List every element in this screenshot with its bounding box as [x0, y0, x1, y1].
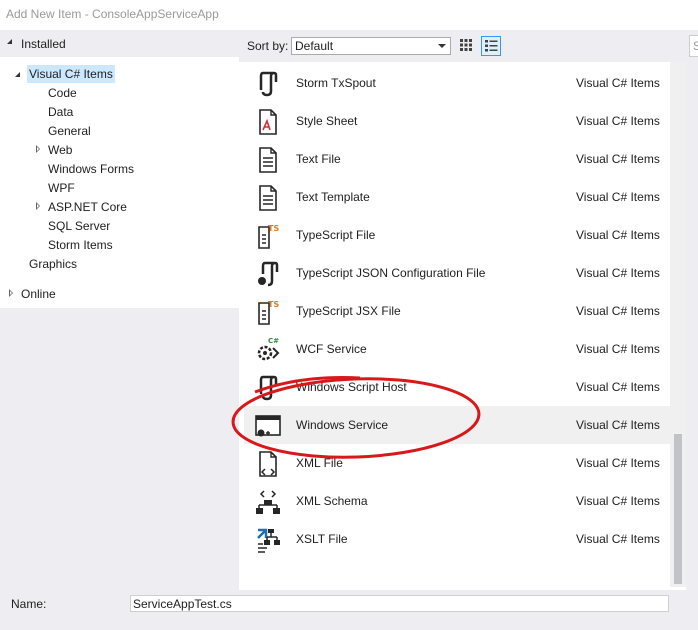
list-view-icon — [485, 40, 498, 52]
vertical-scrollbar[interactable] — [670, 62, 686, 587]
search-input[interactable]: S — [689, 35, 698, 57]
tree-item-storm-items[interactable]: Storm Items — [48, 236, 113, 254]
text-template-icon — [259, 185, 277, 211]
template-category: Visual C# Items — [576, 342, 660, 356]
typescript-jsx-icon: TS — [258, 300, 279, 325]
details-pane-edge — [686, 62, 698, 590]
tree-item-aspnet-core[interactable]: ASP.NET Core — [48, 198, 127, 216]
template-name: TypeScript JSON Configuration File — [296, 266, 486, 280]
template-row-storm-txspout[interactable]: Storm TxSpout Visual C# Items — [244, 64, 670, 102]
svg-text:C#: C# — [268, 337, 279, 345]
category-tree: Visual C# Items Code Data General Web Wi… — [0, 57, 239, 308]
installed-label: Installed — [21, 37, 66, 51]
template-category: Visual C# Items — [576, 190, 660, 204]
online-node[interactable]: Online — [21, 285, 56, 303]
scrollbar-thumb[interactable] — [674, 434, 682, 584]
list-view-button[interactable] — [481, 36, 501, 56]
template-list: Storm TxSpout Visual C# Items Style Shee… — [244, 62, 670, 587]
template-name: Text Template — [296, 190, 370, 204]
template-category: Visual C# Items — [576, 76, 660, 90]
template-row-windows-script-host[interactable]: Windows Script Host Visual C# Items — [244, 368, 670, 406]
xslt-file-icon — [257, 528, 280, 553]
tree-item-graphics[interactable]: Graphics — [29, 255, 77, 273]
wcf-service-icon: C# — [257, 337, 280, 361]
expanded-arrow-icon[interactable] — [7, 39, 12, 44]
template-row-text-file[interactable]: Text File Visual C# Items — [244, 140, 670, 178]
chevron-down-icon — [438, 44, 446, 48]
template-row-typescript-jsx[interactable]: TS TypeScript JSX File Visual C# Items — [244, 292, 670, 330]
sort-dropdown[interactable]: Default — [291, 37, 451, 55]
left-panel: Installed Visual C# Items Code Data Gene… — [0, 30, 239, 590]
template-category: Visual C# Items — [576, 380, 660, 394]
template-name: TypeScript JSX File — [296, 304, 401, 318]
template-row-xslt-file[interactable]: XSLT File Visual C# Items — [244, 520, 670, 558]
template-category: Visual C# Items — [576, 266, 660, 280]
xml-schema-icon — [256, 490, 280, 514]
collapsed-arrow-icon[interactable] — [36, 145, 40, 153]
collapsed-arrow-icon[interactable] — [9, 289, 13, 297]
template-row-style-sheet[interactable]: Style Sheet Visual C# Items — [244, 102, 670, 140]
xml-file-icon — [259, 451, 277, 477]
template-category: Visual C# Items — [576, 532, 660, 546]
template-row-typescript-json-config[interactable]: TypeScript JSON Configuration File Visua… — [244, 254, 670, 292]
template-row-xml-schema[interactable]: XML Schema Visual C# Items — [244, 482, 670, 520]
toolbar: Sort by: Default S — [239, 30, 698, 62]
title-bar: Add New Item - ConsoleAppServiceApp — [0, 0, 698, 30]
name-bar: Name: — [0, 590, 698, 630]
template-name: WCF Service — [296, 342, 367, 356]
template-category: Visual C# Items — [576, 494, 660, 508]
template-name: TypeScript File — [296, 228, 376, 242]
svg-text:TS: TS — [268, 224, 279, 233]
json-config-icon — [258, 261, 279, 287]
template-row-xml-file[interactable]: XML File Visual C# Items — [244, 444, 670, 482]
template-category: Visual C# Items — [576, 114, 660, 128]
tree-item-sql-server[interactable]: SQL Server — [48, 217, 110, 235]
template-name: Storm TxSpout — [296, 76, 376, 90]
tree-item-data[interactable]: Data — [48, 103, 73, 121]
template-category: Visual C# Items — [576, 228, 660, 242]
template-row-windows-service[interactable]: Windows Service Visual C# Items — [244, 406, 670, 444]
tree-item-general[interactable]: General — [48, 122, 91, 140]
template-row-wcf-service[interactable]: C# WCF Service Visual C# Items — [244, 330, 670, 368]
template-category: Visual C# Items — [576, 304, 660, 318]
template-category: Visual C# Items — [576, 152, 660, 166]
tree-item-wpf[interactable]: WPF — [48, 179, 75, 197]
tree-item-visual-csharp-items[interactable]: Visual C# Items — [27, 65, 115, 83]
sort-value: Default — [295, 39, 334, 53]
tree-item-windows-forms[interactable]: Windows Forms — [48, 160, 134, 178]
template-name: XML File — [296, 456, 343, 470]
template-row-text-template[interactable]: Text Template Visual C# Items — [244, 178, 670, 216]
installed-header[interactable]: Installed — [0, 30, 239, 57]
grid-view-icon — [460, 39, 472, 51]
window-title: Add New Item - ConsoleAppServiceApp — [6, 7, 219, 21]
name-label: Name: — [11, 597, 47, 611]
svg-text:TS: TS — [268, 300, 279, 309]
template-row-typescript-file[interactable]: TS TypeScript File Visual C# Items — [244, 216, 670, 254]
template-category: Visual C# Items — [576, 418, 660, 432]
collapsed-arrow-icon[interactable] — [36, 202, 40, 210]
search-placeholder: S — [693, 39, 698, 53]
storm-txspout-icon — [259, 71, 278, 97]
typescript-file-icon: TS — [258, 224, 279, 249]
text-file-icon — [259, 147, 277, 173]
template-name: Windows Script Host — [296, 380, 407, 394]
medium-icons-view-button[interactable] — [457, 36, 475, 54]
template-name: XML Schema — [296, 494, 368, 508]
template-name: Windows Service — [296, 418, 389, 432]
tree-item-code[interactable]: Code — [48, 84, 77, 102]
style-sheet-icon — [259, 109, 277, 135]
windows-service-icon — [255, 415, 281, 437]
template-name: Style Sheet — [296, 114, 358, 128]
expanded-arrow-icon[interactable] — [15, 72, 20, 77]
tree-item-web[interactable]: Web — [48, 141, 72, 159]
sort-by-label: Sort by: — [247, 39, 289, 53]
template-name: Text File — [296, 152, 341, 166]
template-category: Visual C# Items — [576, 456, 660, 470]
windows-script-host-icon — [259, 375, 278, 401]
template-name: XSLT File — [296, 532, 348, 546]
file-name-input[interactable] — [130, 595, 669, 612]
